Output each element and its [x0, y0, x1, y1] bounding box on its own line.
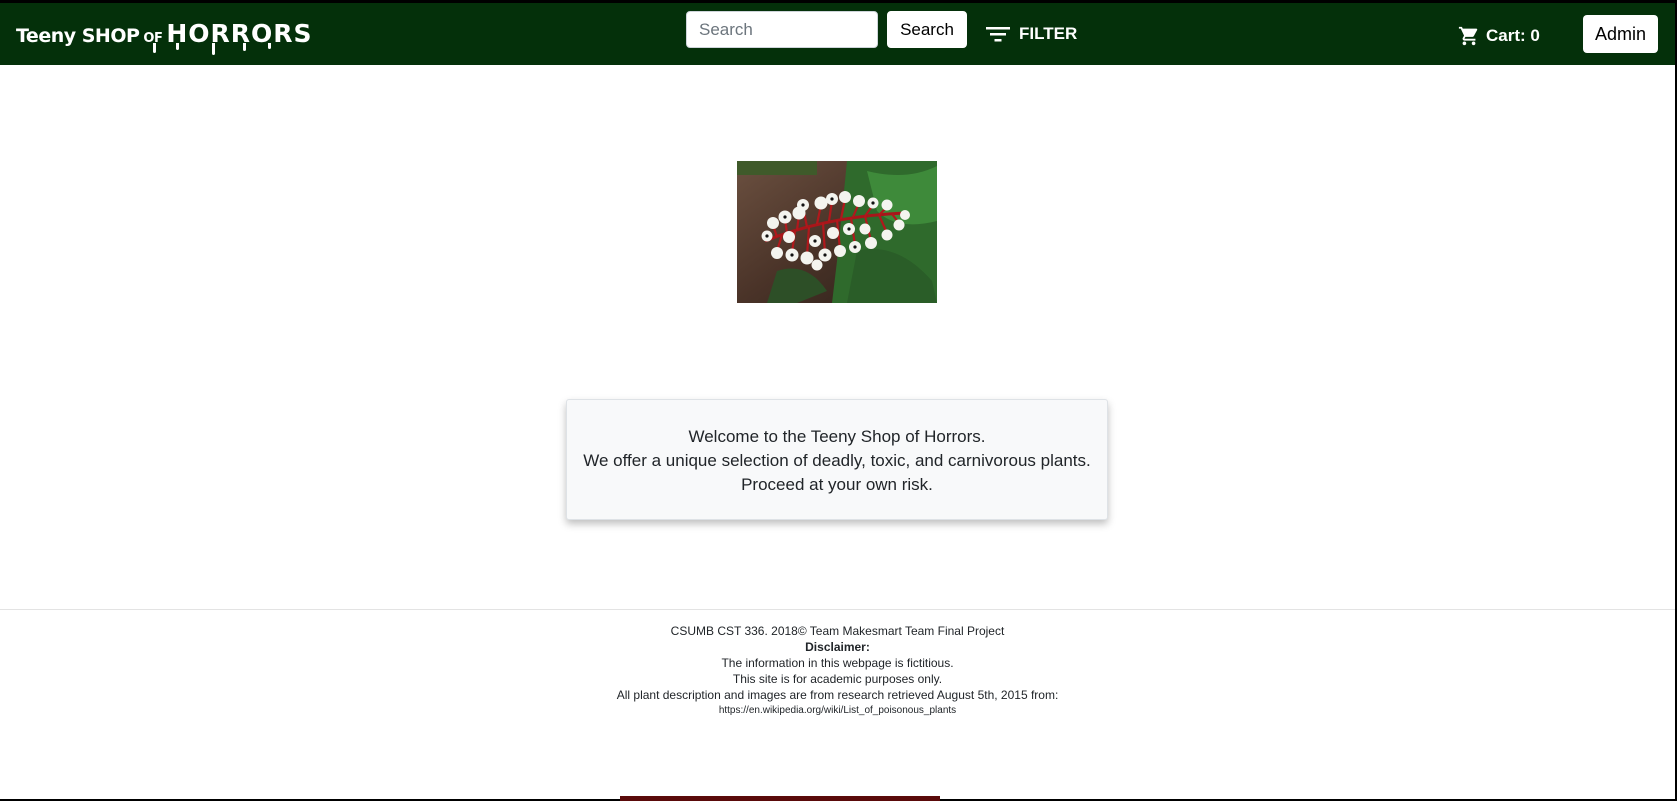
- filter-label: FILTER: [1019, 24, 1078, 43]
- logo-drip: [268, 43, 271, 49]
- cart-icon: [1458, 26, 1478, 46]
- plant-image: [737, 161, 937, 303]
- filter-icon: [986, 27, 1010, 42]
- welcome-line-3: Proceed at your own risk.: [741, 475, 933, 494]
- filter-button[interactable]: FILTER: [986, 19, 1077, 49]
- footer-copyright: CSUMB CST 336. 2018© Team Makesmart Team…: [670, 624, 1005, 638]
- site-logo[interactable]: Teeny SHOP OF HORRORS: [16, 19, 313, 55]
- footer: CSUMB CST 336. 2018© Team Makesmart Team…: [0, 623, 1675, 719]
- background-strip: [620, 796, 940, 801]
- logo-drip: [153, 43, 156, 53]
- logo-text-horrors: HORRORS: [166, 19, 313, 48]
- footer-disclaimer-line-2: This site is for academic purposes only.: [732, 672, 943, 686]
- cart-link[interactable]: Cart: 0: [1458, 21, 1540, 51]
- welcome-line-1: Welcome to the Teeny Shop of Horrors.: [688, 427, 986, 446]
- search-button[interactable]: Search: [887, 11, 967, 48]
- admin-button[interactable]: Admin: [1583, 15, 1658, 53]
- logo-drip: [212, 43, 215, 55]
- page: Teeny SHOPOFHORRORS Search FILTER Cart: …: [0, 3, 1675, 799]
- footer-disclaimer-line-3: All plant description and images are fro…: [616, 688, 1059, 702]
- logo-drip: [176, 43, 179, 50]
- search-input[interactable]: [686, 11, 878, 48]
- footer-disclaimer-title: Disclaimer:: [805, 640, 870, 654]
- footer-divider: [0, 609, 1675, 610]
- cart-label: Cart: 0: [1486, 26, 1540, 45]
- footer-source-link[interactable]: https://en.wikipedia.org/wiki/List_of_po…: [0, 703, 1675, 719]
- navbar: Teeny SHOPOFHORRORS Search FILTER Cart: …: [0, 3, 1675, 65]
- welcome-card: Welcome to the Teeny Shop of Horrors. We…: [566, 399, 1108, 520]
- footer-disclaimer-line-1: The information in this webpage is ficti…: [721, 656, 954, 670]
- logo-drip: [243, 43, 246, 51]
- logo-text-teeny-shop: Teeny SHOP: [16, 25, 140, 47]
- welcome-line-2: We offer a unique selection of deadly, t…: [583, 451, 1091, 470]
